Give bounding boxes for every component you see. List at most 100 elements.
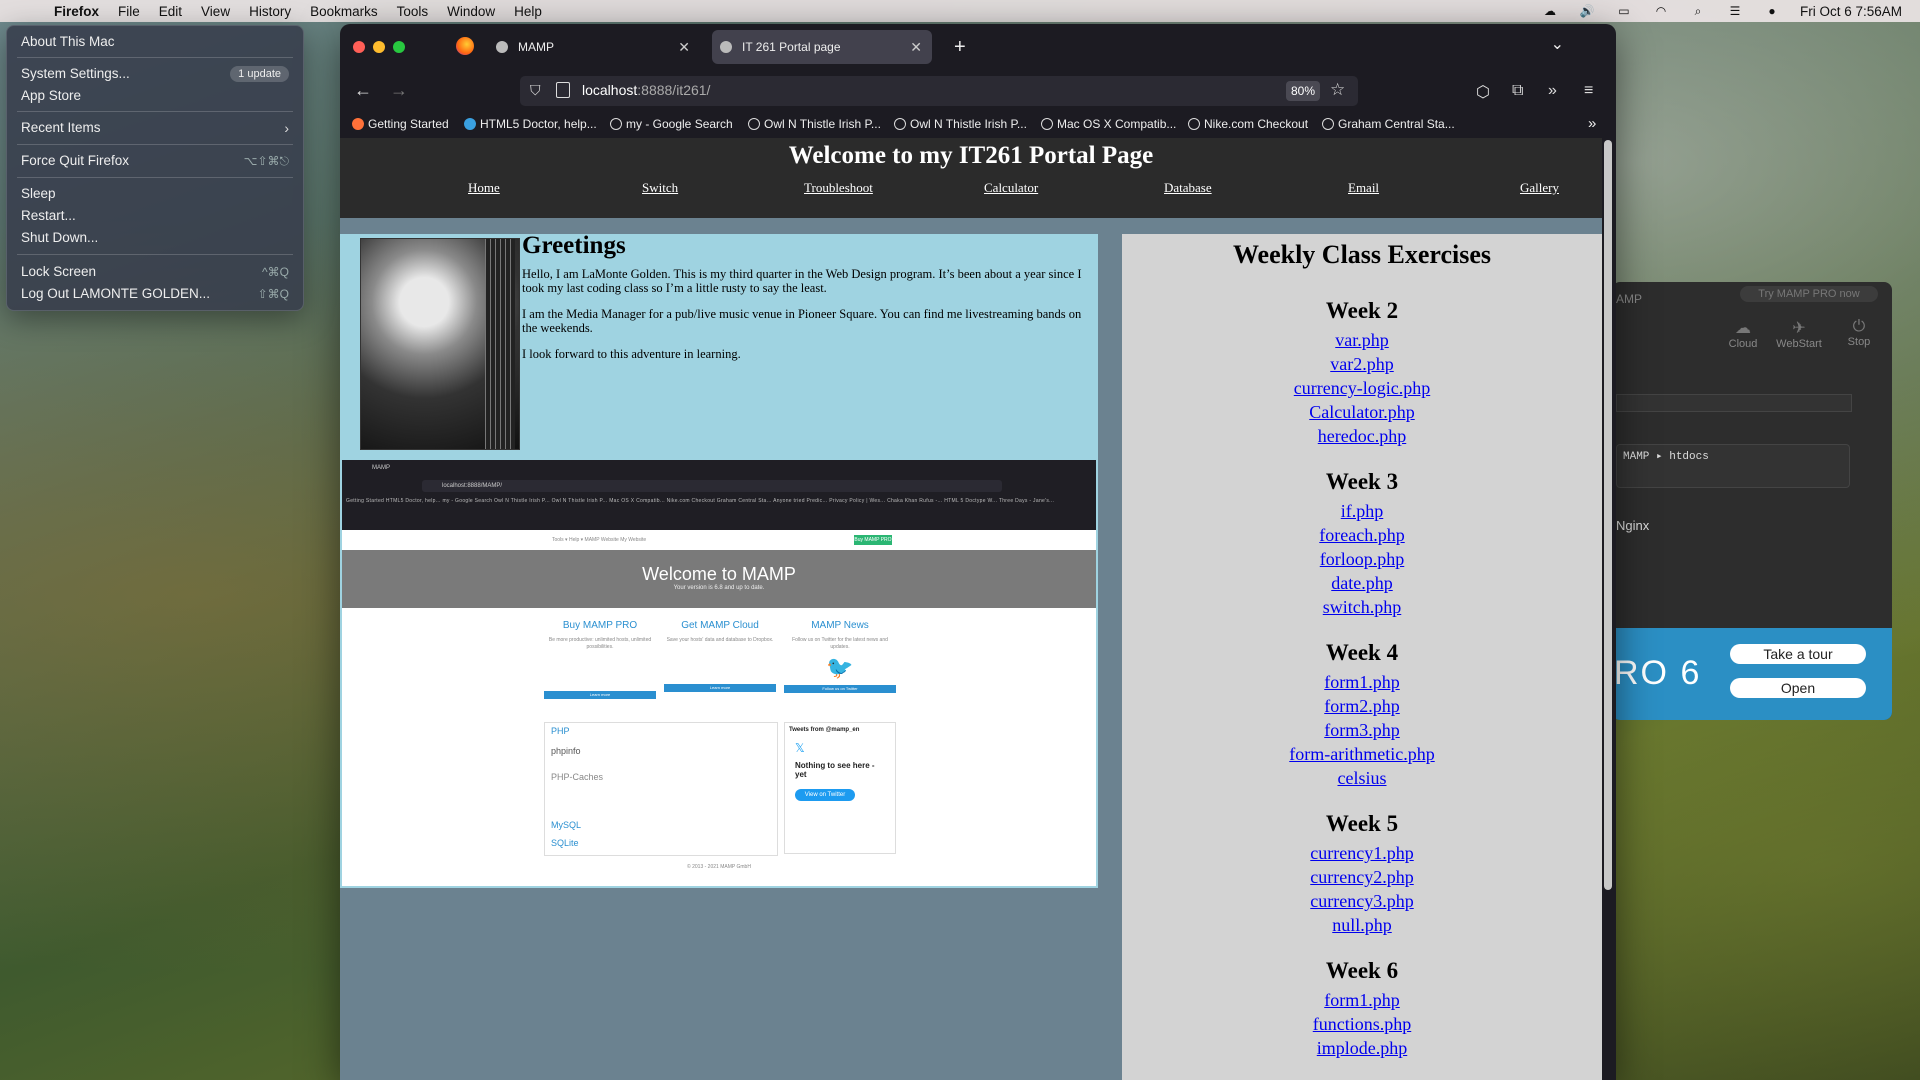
exercise-link[interactable]: implode.php bbox=[1122, 1036, 1602, 1060]
pocket-icon[interactable]: ⬡ bbox=[1476, 82, 1490, 102]
wifi-icon[interactable]: ◠ bbox=[1652, 5, 1670, 17]
exercise-link[interactable]: if.php bbox=[1122, 499, 1602, 523]
minimize-window-button[interactable] bbox=[373, 41, 385, 53]
sleep-item[interactable]: Sleep bbox=[21, 184, 289, 204]
menu-bookmarks[interactable]: Bookmarks bbox=[310, 4, 378, 19]
close-tab-icon[interactable]: ✕ bbox=[910, 30, 922, 64]
menu-window[interactable]: Window bbox=[447, 4, 495, 19]
url-text[interactable]: localhost:8888/it261/ bbox=[582, 82, 710, 98]
firefox-view-icon[interactable] bbox=[456, 37, 474, 55]
webstart-tool[interactable]: ✈ WebStart bbox=[1774, 318, 1824, 350]
exercise-link[interactable]: switch.php bbox=[1122, 595, 1602, 619]
battery-icon[interactable]: ▭ bbox=[1615, 5, 1633, 17]
nav-troubleshoot[interactable]: Troubleshoot bbox=[804, 180, 873, 196]
cloud-tool[interactable]: ☁ Cloud bbox=[1718, 318, 1768, 350]
more-tools-icon[interactable]: » bbox=[1548, 82, 1557, 100]
log-out-item[interactable]: Log Out LAMONTE GOLDEN... ⇧⌘Q bbox=[21, 284, 289, 304]
menu-tools[interactable]: Tools bbox=[397, 4, 429, 19]
server-type-label: Nginx bbox=[1616, 518, 1650, 533]
mamp-app-window[interactable]: AMP Try MAMP PRO now ☁ Cloud ✈ WebStart ⏻ S… bbox=[1612, 282, 1892, 720]
bookmark-item[interactable]: Owl N Thistle Irish P... bbox=[894, 117, 1027, 131]
exercise-link[interactable]: currency3.php bbox=[1122, 889, 1602, 913]
bookmark-item[interactable]: HTML5 Doctor, help... bbox=[464, 117, 597, 131]
try-mamp-pro-button[interactable]: Try MAMP PRO now bbox=[1740, 286, 1878, 302]
close-window-button[interactable] bbox=[353, 41, 365, 53]
exercise-link[interactable]: forloop.php bbox=[1122, 547, 1602, 571]
shut-down-item[interactable]: Shut Down... bbox=[21, 228, 289, 248]
menu-help[interactable]: Help bbox=[514, 4, 542, 19]
restart-item[interactable]: Restart... bbox=[21, 206, 289, 226]
mamp-field[interactable] bbox=[1616, 394, 1852, 412]
exercise-link[interactable]: date.php bbox=[1122, 571, 1602, 595]
zoom-window-button[interactable] bbox=[393, 41, 405, 53]
tab-bar: MAMP ✕ IT 261 Portal page ✕ + ⌄ bbox=[340, 24, 1616, 70]
exercise-link[interactable]: celsius bbox=[1122, 766, 1602, 790]
exercise-link[interactable]: currency1.php bbox=[1122, 841, 1602, 865]
force-quit-item[interactable]: Force Quit Firefox ⌥⇧⌘⎋ bbox=[21, 151, 289, 171]
bookmark-item[interactable]: Nike.com Checkout bbox=[1188, 117, 1308, 131]
volume-icon[interactable]: 🔊 bbox=[1578, 5, 1596, 17]
menu-view[interactable]: View bbox=[201, 4, 230, 19]
menu-file[interactable]: File bbox=[118, 4, 140, 19]
nav-database[interactable]: Database bbox=[1164, 180, 1212, 196]
bookmark-item[interactable]: my - Google Search bbox=[610, 117, 733, 131]
control-center-icon[interactable]: ☰ bbox=[1726, 5, 1744, 17]
take-a-tour-button[interactable]: Take a tour bbox=[1730, 644, 1866, 664]
app-store-item[interactable]: App Store bbox=[21, 86, 289, 106]
shield-icon[interactable]: ⛉ bbox=[530, 82, 541, 99]
nav-gallery[interactable]: Gallery bbox=[1520, 180, 1559, 196]
siri-icon[interactable]: ● bbox=[1763, 5, 1781, 17]
exercise-link[interactable]: var.php bbox=[1122, 328, 1602, 352]
more-bookmarks-icon[interactable]: » bbox=[1588, 115, 1596, 132]
stop-tool[interactable]: ⏻ Stop bbox=[1834, 318, 1884, 348]
bookmark-item[interactable]: Mac OS X Compatib... bbox=[1041, 117, 1176, 131]
nav-switch[interactable]: Switch bbox=[642, 180, 678, 196]
menu-icon[interactable]: ≡ bbox=[1584, 82, 1593, 100]
bookmarks-toolbar: Getting Started HTML5 Doctor, help... my… bbox=[340, 112, 1616, 138]
close-tab-icon[interactable]: ✕ bbox=[678, 30, 690, 64]
exercise-link[interactable]: form2.php bbox=[1122, 694, 1602, 718]
exercise-link[interactable]: form-arithmetic.php bbox=[1122, 742, 1602, 766]
creative-cloud-icon[interactable]: ☁ bbox=[1541, 5, 1559, 17]
tab-it261-portal[interactable]: IT 261 Portal page ✕ bbox=[712, 30, 932, 64]
recent-items-item[interactable]: Recent Items › bbox=[21, 118, 289, 138]
exercise-link[interactable]: form1.php bbox=[1122, 670, 1602, 694]
address-bar[interactable]: ⛉ localhost:8888/it261/ 80% ☆ bbox=[520, 76, 1358, 106]
about-this-mac-item[interactable]: About This Mac bbox=[21, 32, 289, 52]
exercise-link[interactable]: var2.php bbox=[1122, 352, 1602, 376]
bookmark-item[interactable]: Owl N Thistle Irish P... bbox=[748, 117, 881, 131]
exercise-link[interactable]: null.php bbox=[1122, 913, 1602, 937]
exercise-link[interactable]: functions.php bbox=[1122, 1012, 1602, 1036]
bookmark-item[interactable]: Getting Started bbox=[352, 117, 449, 131]
globe-icon bbox=[748, 118, 760, 130]
bookmark-star-icon[interactable]: ☆ bbox=[1330, 80, 1345, 100]
open-button[interactable]: Open bbox=[1730, 678, 1866, 698]
menu-history[interactable]: History bbox=[249, 4, 291, 19]
menubar-clock[interactable]: Fri Oct 6 7:56AM bbox=[1800, 4, 1902, 19]
exercise-link[interactable]: heredoc.php bbox=[1122, 424, 1602, 448]
spotlight-search-icon[interactable]: ⌕ bbox=[1689, 5, 1707, 17]
exercise-link[interactable]: foreach.php bbox=[1122, 523, 1602, 547]
tab-mamp[interactable]: MAMP ✕ bbox=[488, 30, 700, 64]
page-scrollbar[interactable] bbox=[1604, 140, 1612, 890]
exercise-link[interactable]: Calculator.php bbox=[1122, 400, 1602, 424]
menu-firefox[interactable]: Firefox bbox=[54, 4, 99, 19]
exercise-link[interactable]: currency2.php bbox=[1122, 865, 1602, 889]
list-all-tabs-icon[interactable]: ⌄ bbox=[1551, 34, 1564, 54]
nav-calculator[interactable]: Calculator bbox=[984, 180, 1038, 196]
new-tab-icon[interactable]: + bbox=[954, 36, 966, 59]
lock-screen-item[interactable]: Lock Screen ^⌘Q bbox=[21, 262, 289, 282]
nav-email[interactable]: Email bbox=[1348, 180, 1379, 196]
screenshot-buy-button: Buy MAMP PRO bbox=[854, 535, 892, 545]
exercise-link[interactable]: currency-logic.php bbox=[1122, 376, 1602, 400]
bookmark-item[interactable]: Graham Central Sta... bbox=[1322, 117, 1455, 131]
back-icon[interactable]: ← bbox=[354, 80, 372, 101]
forward-icon[interactable]: → bbox=[390, 80, 408, 101]
menu-edit[interactable]: Edit bbox=[159, 4, 182, 19]
zoom-level-button[interactable]: 80% bbox=[1286, 81, 1320, 101]
exercise-link[interactable]: form1.php bbox=[1122, 988, 1602, 1012]
system-settings-item[interactable]: System Settings... 1 update bbox=[21, 64, 289, 84]
nav-home[interactable]: Home bbox=[468, 180, 500, 196]
exercise-link[interactable]: form3.php bbox=[1122, 718, 1602, 742]
extensions-icon[interactable]: ⧉ bbox=[1512, 82, 1523, 100]
